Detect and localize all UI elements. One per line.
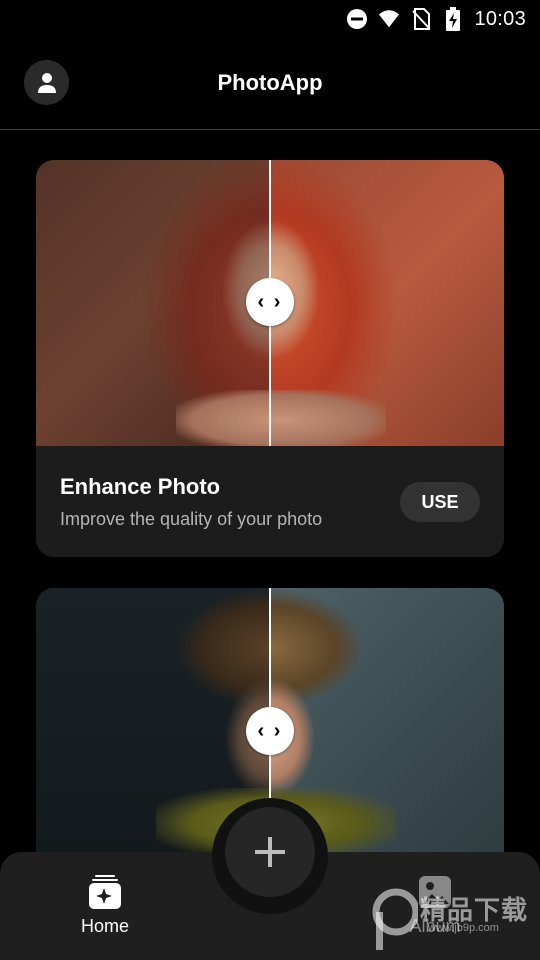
app-bar: PhotoApp	[0, 38, 540, 130]
enhance-photo-card[interactable]: ‹ › Enhance Photo Improve the quality of…	[36, 160, 504, 557]
card-info: Enhance Photo Improve the quality of you…	[36, 446, 504, 557]
nav-item-album[interactable]: Album	[390, 874, 480, 937]
page-title: PhotoApp	[217, 70, 323, 95]
photo-shoulder	[176, 390, 386, 446]
nav-label-album: Album	[409, 916, 461, 936]
chevron-left-right-icon: ‹ ›	[257, 290, 283, 313]
status-bar: 10:03	[0, 0, 540, 38]
no-sim-icon	[410, 8, 432, 30]
nav-item-home[interactable]: Home	[60, 874, 150, 937]
add-button[interactable]	[225, 807, 315, 897]
sparkle-stack-icon	[89, 875, 121, 909]
chevron-left-right-icon: ‹ ›	[257, 719, 283, 742]
wifi-icon	[378, 8, 400, 30]
image-icon	[419, 876, 451, 908]
use-button[interactable]: USE	[400, 482, 480, 522]
status-time: 10:03	[474, 7, 526, 30]
do-not-disturb-icon	[346, 8, 368, 30]
compare-handle[interactable]: ‹ ›	[246, 707, 294, 755]
compare-handle[interactable]: ‹ ›	[246, 278, 294, 326]
nav-label-home: Home	[80, 916, 129, 936]
before-after-compare[interactable]: ‹ ›	[36, 160, 504, 446]
battery-charging-icon	[442, 7, 464, 31]
plus-icon	[255, 837, 285, 867]
